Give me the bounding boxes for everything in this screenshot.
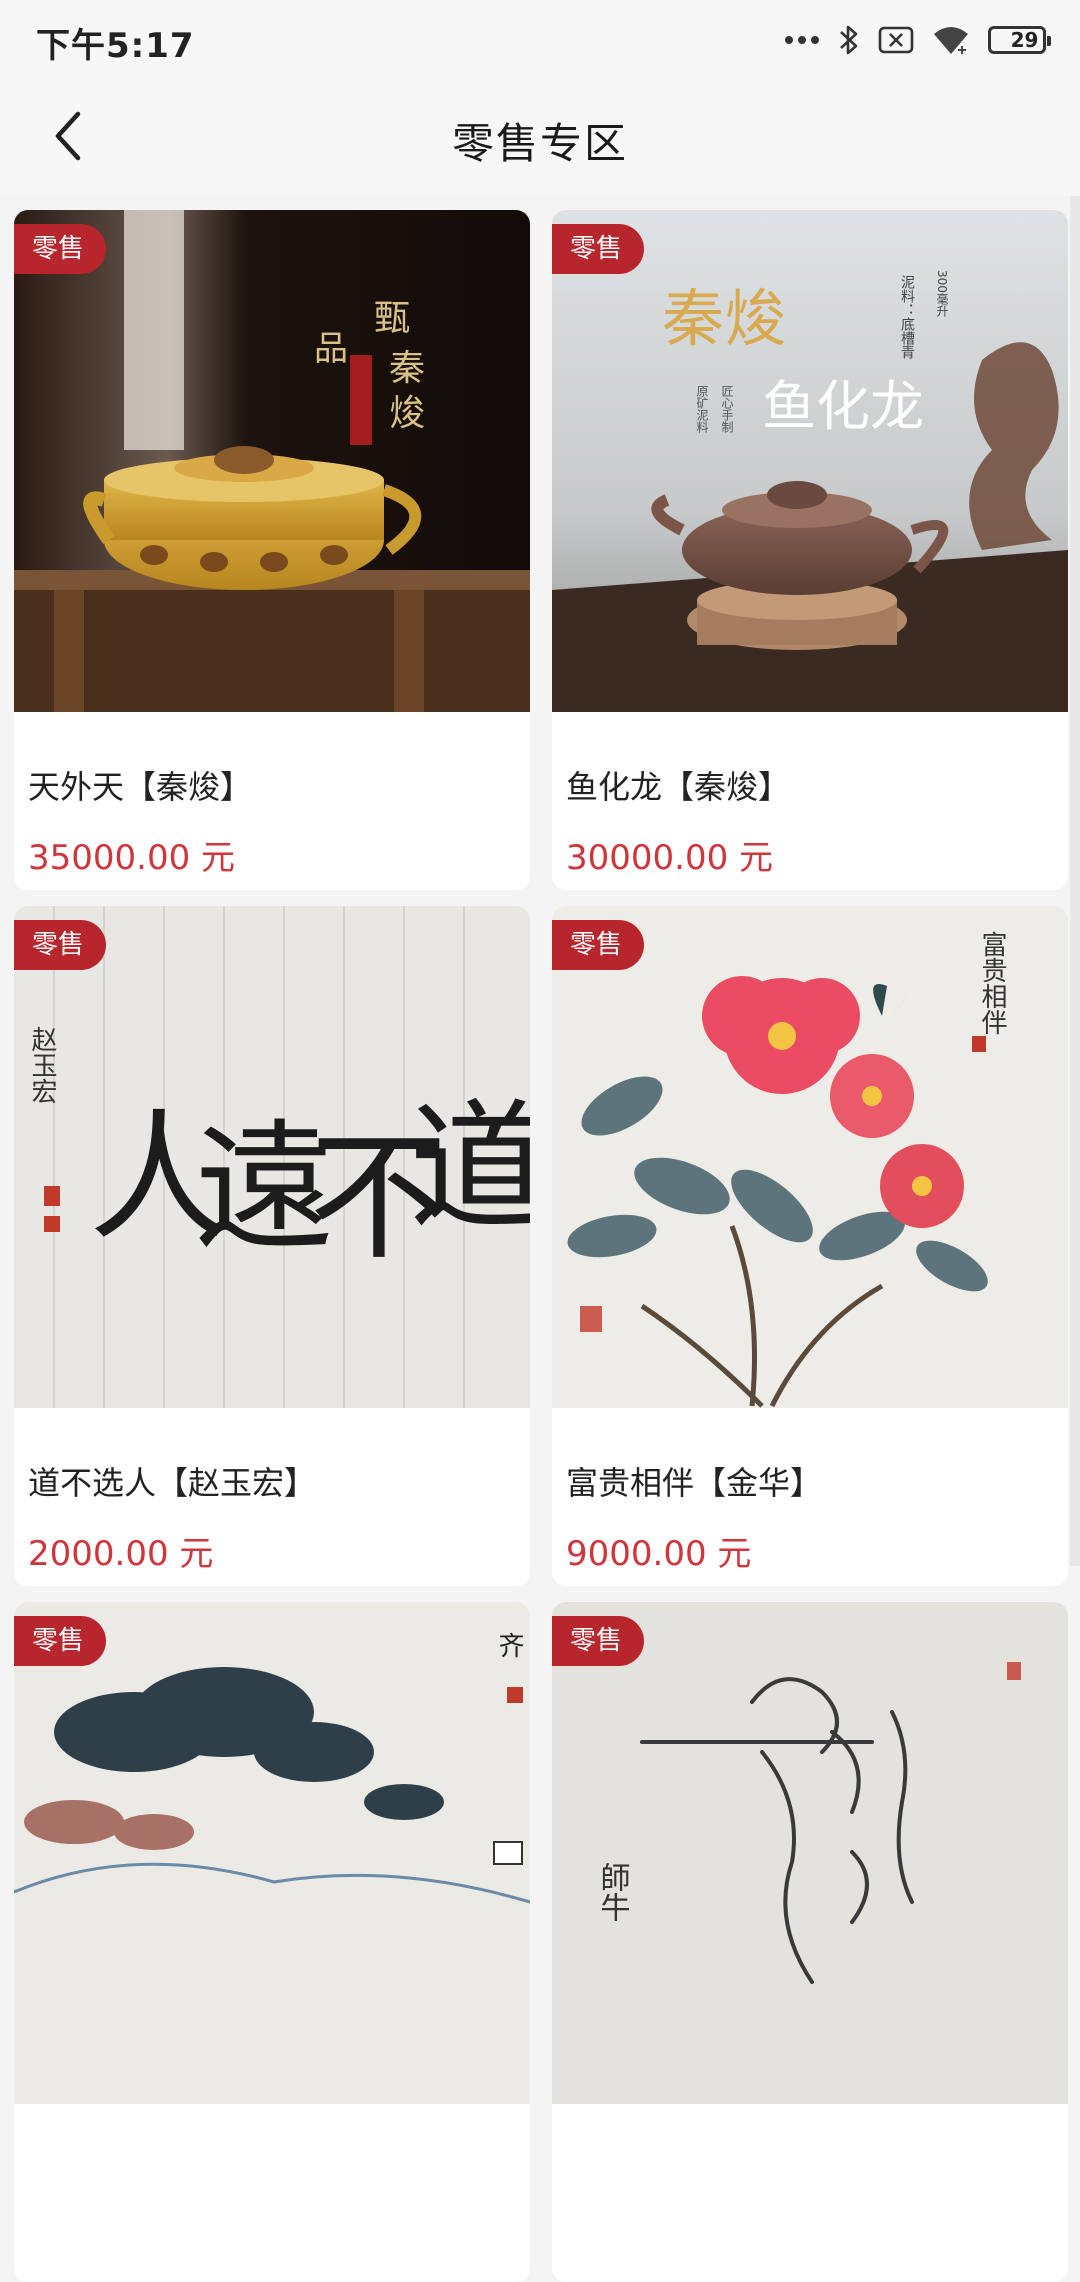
product-card[interactable]: 甄 品 秦 焌 零售 天外天【秦焌】 35000.00 元 (14, 210, 530, 890)
nav-bar: 零售专区 (0, 80, 1080, 196)
product-title: 天外天【秦焌】 (28, 768, 253, 806)
bluetooth-icon (838, 23, 860, 57)
svg-text:齐: 齐 (494, 1632, 524, 1658)
wifi-icon (932, 24, 970, 56)
product-card[interactable]: 秦焌 鱼化龙 泥料：底槽青 300毫升 原矿泥料 匠心手制 零售 鱼化龙【秦焌】… (552, 210, 1068, 890)
product-card[interactable]: 齐 零售 (14, 1602, 530, 2282)
product-image: 秦焌 鱼化龙 泥料：底槽青 300毫升 原矿泥料 匠心手制 零售 (552, 210, 1068, 712)
product-price: 9000.00 元 (566, 1534, 752, 1574)
svg-text:富贵相伴: 富贵相伴 (977, 931, 1007, 1035)
svg-text:師牛: 師牛 (595, 1862, 630, 1922)
status-icons: 29 (784, 20, 1051, 60)
image-text: 甄 (374, 298, 410, 339)
product-card[interactable]: 師牛 零售 (552, 1602, 1068, 2282)
battery-level: 29 (1010, 28, 1039, 52)
product-price: 35000.00 元 (28, 838, 236, 878)
svg-text:原矿泥料: 原矿泥料 (695, 385, 709, 433)
product-title: 富贵相伴【金华】 (566, 1464, 823, 1502)
product-image: 道 不 遠 人 赵玉宏 零售 (14, 906, 530, 1408)
svg-text:人: 人 (89, 1097, 229, 1260)
product-image: 師牛 零售 (552, 1602, 1068, 2104)
product-card[interactable]: 富贵相伴 零售 富贵相伴【金华】 9000.00 元 (552, 906, 1068, 1586)
battery-icon: 29 (988, 26, 1051, 54)
product-price: 30000.00 元 (566, 838, 774, 878)
product-image: 齐 零售 (14, 1602, 530, 2104)
retail-badge: 零售 (552, 1616, 645, 1666)
retail-badge: 零售 (552, 920, 645, 970)
product-image: 富贵相伴 零售 (552, 906, 1068, 1408)
product-title: 鱼化龙【秦焌】 (566, 768, 791, 806)
svg-text:焌: 焌 (389, 393, 425, 434)
status-time: 下午5:17 (36, 26, 195, 66)
svg-text:匠心手制: 匠心手制 (720, 385, 734, 433)
svg-text:赵玉宏: 赵玉宏 (27, 1026, 57, 1104)
product-price: 2000.00 元 (28, 1534, 214, 1574)
page-title: 零售专区 (451, 119, 628, 168)
product-grid: 甄 品 秦 焌 零售 天外天【秦焌】 35000.00 元 秦焌 鱼化龙 泥料：… (14, 210, 1068, 2282)
svg-text:泥料：底槽青: 泥料：底槽青 (899, 275, 915, 359)
svg-text:鱼化龙: 鱼化龙 (762, 375, 924, 438)
product-image: 甄 品 秦 焌 零售 (14, 210, 530, 712)
retail-badge: 零售 (14, 920, 107, 970)
scrollbar-track[interactable] (1070, 196, 1080, 1566)
sim-off-icon (878, 25, 914, 55)
retail-badge: 零售 (14, 1616, 107, 1666)
more-dots-icon (784, 34, 820, 46)
retail-badge: 零售 (14, 224, 107, 274)
retail-badge: 零售 (552, 224, 645, 274)
product-title: 道不选人【赵玉宏】 (28, 1464, 317, 1502)
svg-text:300毫升: 300毫升 (935, 270, 949, 317)
svg-text:品: 品 (314, 329, 348, 369)
status-bar: 下午5:17 29 (0, 0, 1080, 80)
svg-text:秦: 秦 (389, 348, 425, 389)
svg-text:秦焌: 秦焌 (662, 282, 786, 355)
product-card[interactable]: 道 不 遠 人 赵玉宏 零售 道不选人【赵玉宏】 2000.00 元 (14, 906, 530, 1586)
